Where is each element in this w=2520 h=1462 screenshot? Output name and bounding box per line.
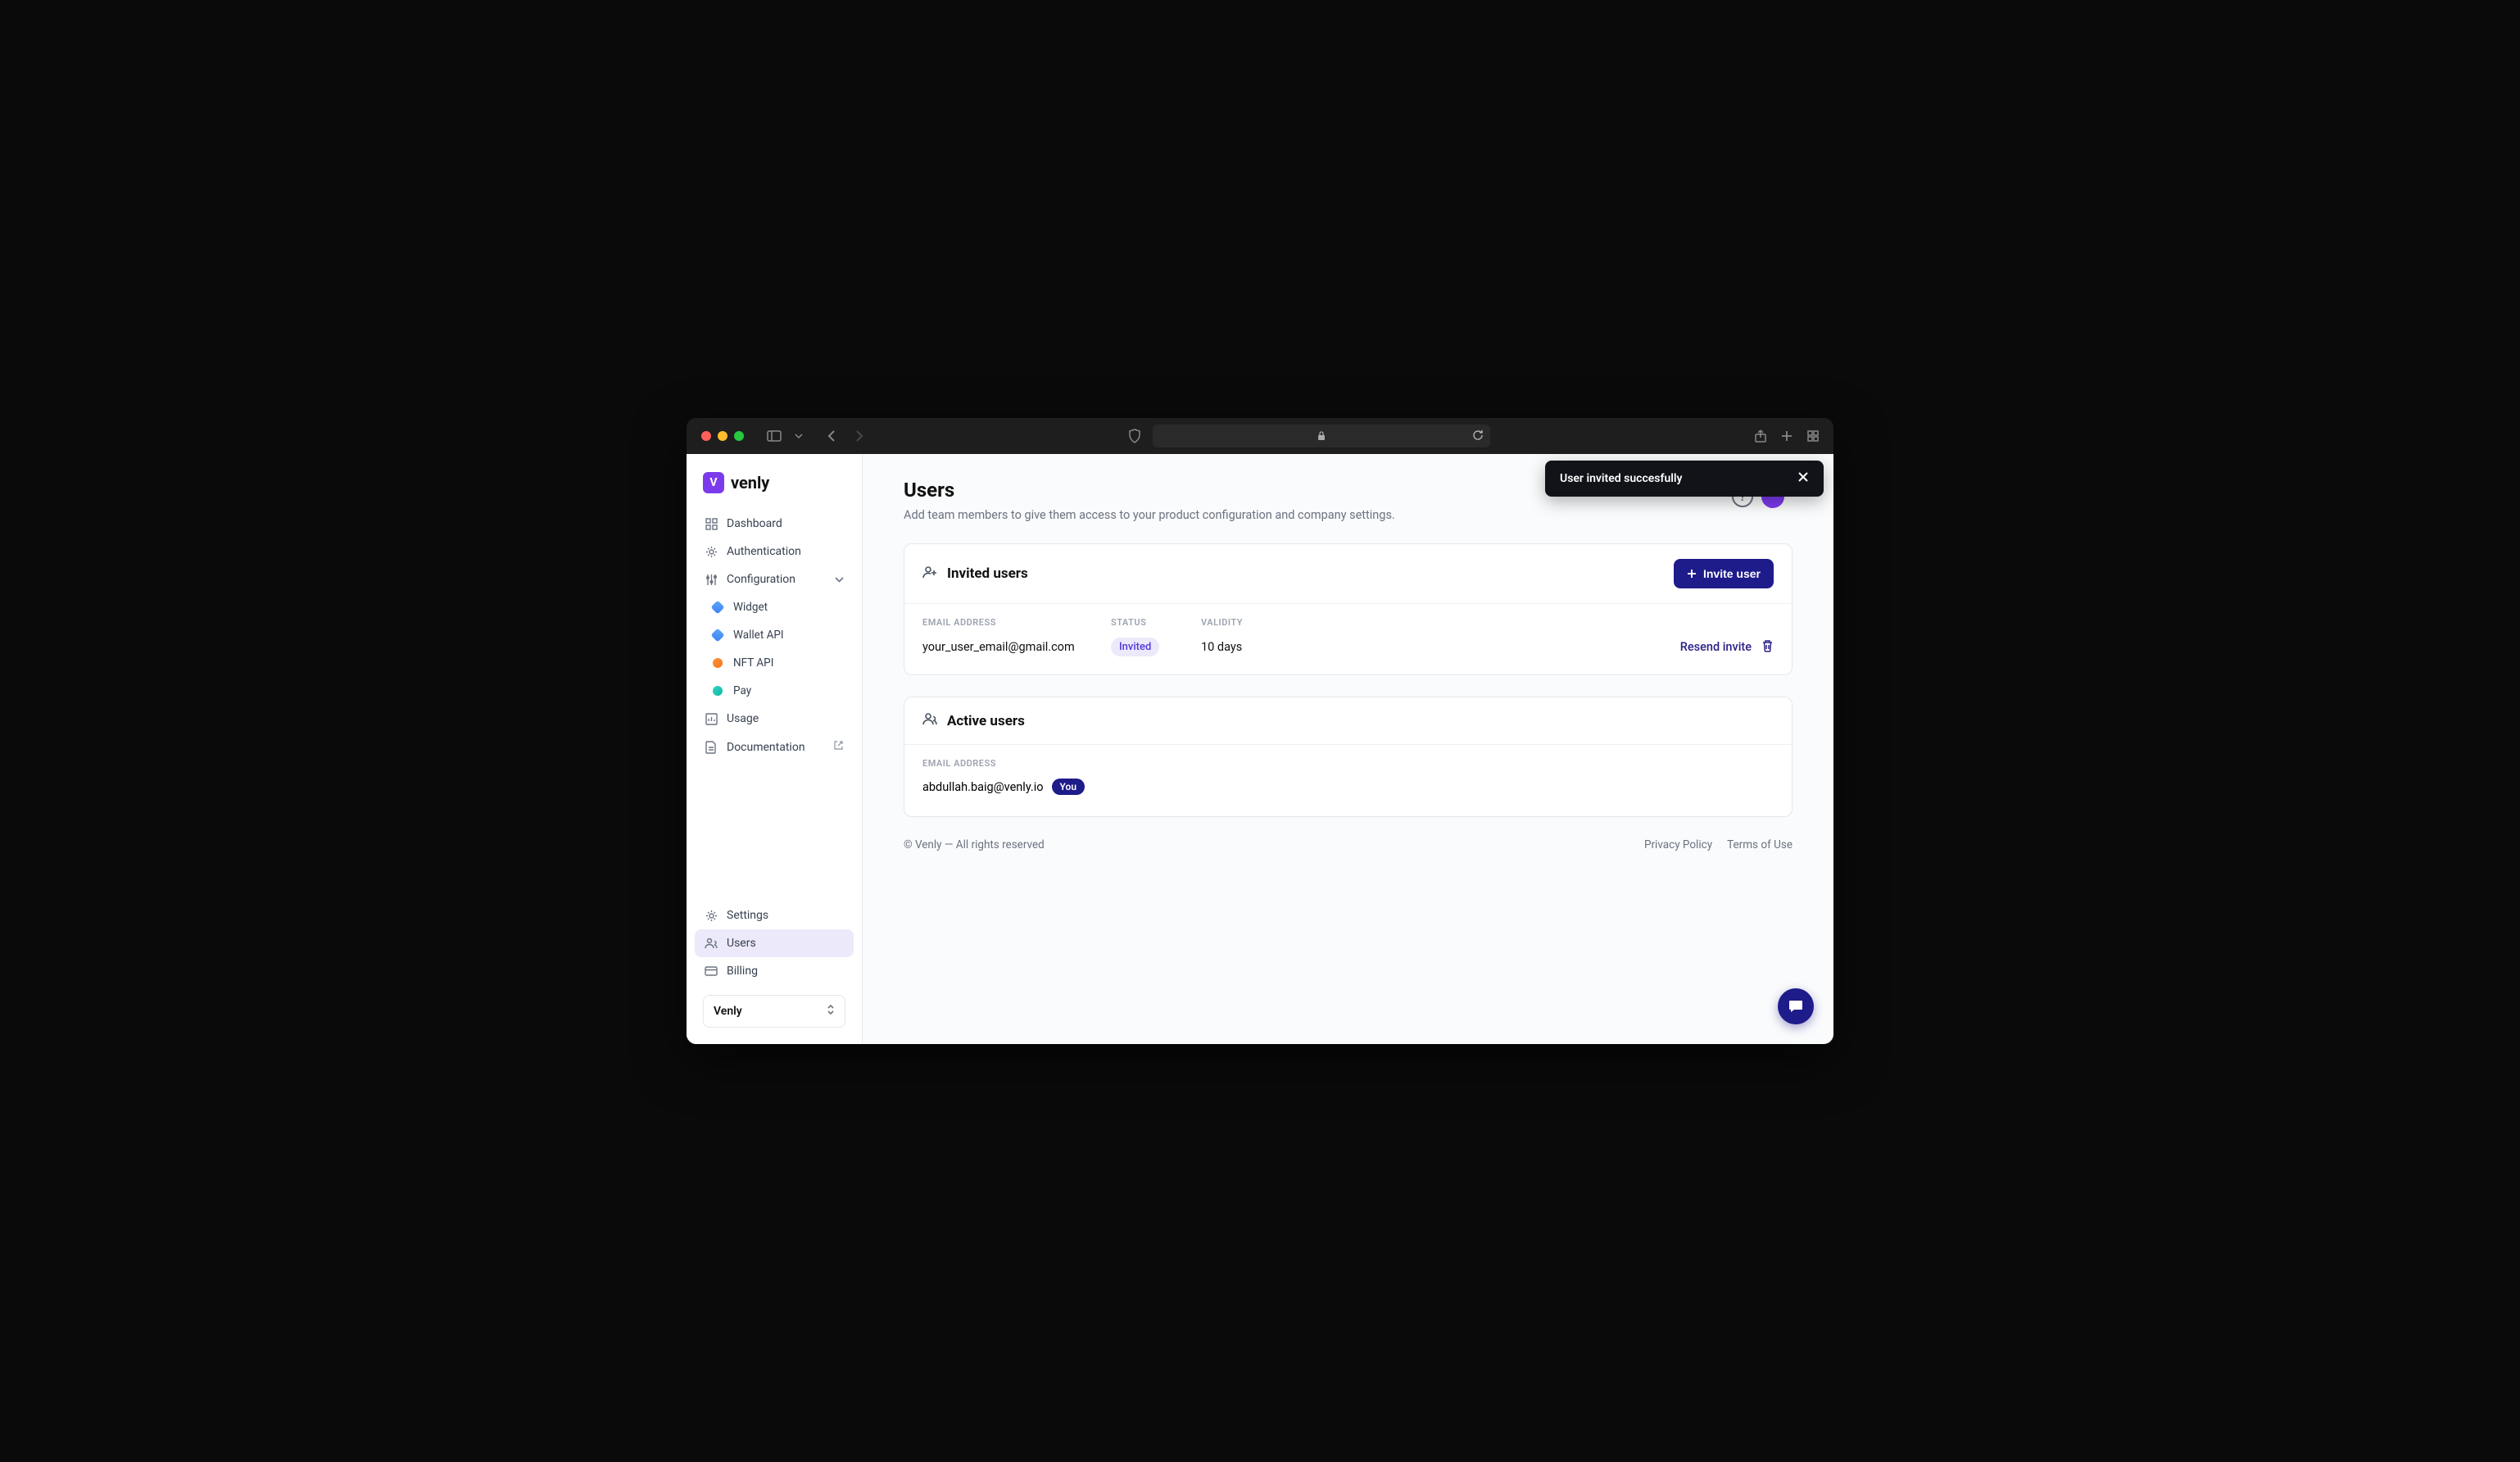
new-tab-icon[interactable] <box>1781 430 1793 442</box>
active-col-email: EMAIL ADDRESS <box>922 758 1774 769</box>
sidebar-item-label: Billing <box>727 965 758 978</box>
shield-icon[interactable] <box>1128 429 1141 443</box>
sidebar-item-authentication[interactable]: Authentication <box>695 538 854 565</box>
toast-close-button[interactable] <box>1797 471 1809 486</box>
logo[interactable]: V venly <box>687 465 862 510</box>
sidebar-item-billing[interactable]: Billing <box>695 957 854 985</box>
sidebar: V venly Dashboard Authentication <box>687 454 863 1044</box>
window-zoom-button[interactable] <box>734 431 744 441</box>
logo-text: venly <box>731 473 769 493</box>
button-label: Invite user <box>1703 567 1761 580</box>
tab-overview-icon[interactable] <box>1807 430 1819 442</box>
wallet-api-icon <box>711 630 724 640</box>
sidebar-item-label: Wallet API <box>733 629 784 642</box>
status-badge: Invited <box>1111 638 1159 656</box>
traffic-lights <box>701 431 744 441</box>
invited-column-headers: EMAIL ADDRESS STATUS VALIDITY <box>922 617 1774 628</box>
sidebar-item-label: Authentication <box>727 545 801 558</box>
sidebar-item-widget[interactable]: Widget <box>701 593 862 621</box>
active-row: abdullah.baig@venly.io You <box>922 779 1774 795</box>
browser-window: V venly Dashboard Authentication <box>687 418 1833 1044</box>
terms-link[interactable]: Terms of Use <box>1727 838 1793 851</box>
sidebar-item-label: Widget <box>733 601 768 614</box>
reload-icon[interactable] <box>1472 429 1484 444</box>
section-title: Active users <box>947 713 1025 729</box>
sidebar-toggle-icon[interactable] <box>767 430 782 442</box>
sidebar-item-label: Documentation <box>727 741 805 754</box>
toast-success: User invited succesfully <box>1545 461 1824 497</box>
nav-forward-button[interactable] <box>855 429 863 443</box>
active-email: abdullah.baig@venly.io <box>922 780 1044 794</box>
invite-user-button[interactable]: Invite user <box>1674 559 1774 588</box>
sidebar-item-label: Settings <box>727 909 768 922</box>
sidebar-item-label: Pay <box>733 684 751 697</box>
user-add-icon <box>922 565 937 583</box>
dropdown-chevron-icon[interactable] <box>795 434 803 438</box>
sidebar-item-wallet-api[interactable]: Wallet API <box>701 621 862 649</box>
users-icon <box>922 712 937 729</box>
share-icon[interactable] <box>1755 429 1766 443</box>
gear-icon <box>705 546 718 558</box>
pay-icon <box>711 686 724 696</box>
section-title: Invited users <box>947 565 1028 582</box>
widget-icon <box>711 602 724 612</box>
sidebar-item-label: Configuration <box>727 573 795 586</box>
org-name: Venly <box>714 1005 742 1018</box>
sidebar-item-label: Users <box>727 937 756 950</box>
sidebar-item-configuration[interactable]: Configuration <box>695 565 854 593</box>
logo-badge: V <box>703 472 724 493</box>
nav-secondary: Usage Documentation <box>687 705 862 761</box>
nav-back-button[interactable] <box>827 429 836 443</box>
sidebar-item-users[interactable]: Users <box>695 929 854 957</box>
dashboard-icon <box>705 518 718 530</box>
url-bar[interactable] <box>1153 425 1491 447</box>
copyright: © Venly — All rights reserved <box>904 838 1045 851</box>
active-users-card: Active users EMAIL ADDRESS abdullah.baig… <box>904 697 1793 817</box>
billing-icon <box>705 966 718 976</box>
sidebar-item-usage[interactable]: Usage <box>695 705 854 733</box>
chevrons-updown-icon <box>827 1004 835 1019</box>
document-icon <box>705 741 718 754</box>
nav-configuration-children: Widget Wallet API NFT API Pay <box>687 593 862 705</box>
window-close-button[interactable] <box>701 431 711 441</box>
invited-email: your_user_email@gmail.com <box>922 640 1111 654</box>
col-validity: VALIDITY <box>1201 617 1340 628</box>
main-content: User invited succesfully ? Users Add tea… <box>863 454 1833 1044</box>
privacy-policy-link[interactable]: Privacy Policy <box>1644 838 1712 851</box>
invited-row: your_user_email@gmail.com Invited 10 day… <box>922 638 1774 656</box>
nft-api-icon <box>711 658 724 668</box>
delete-invite-button[interactable] <box>1761 639 1774 656</box>
col-status: STATUS <box>1111 617 1201 628</box>
you-badge: You <box>1052 779 1085 795</box>
sliders-icon <box>705 574 718 586</box>
invited-validity: 10 days <box>1201 640 1340 654</box>
col-email: EMAIL ADDRESS <box>922 617 1111 628</box>
chart-icon <box>705 713 718 725</box>
chat-fab[interactable] <box>1778 988 1814 1024</box>
chevron-down-icon <box>835 573 844 586</box>
app-frame: V venly Dashboard Authentication <box>687 454 1833 1044</box>
sidebar-item-pay[interactable]: Pay <box>701 677 862 705</box>
invited-users-card: Invited users Invite user EMAIL ADDRESS … <box>904 543 1793 675</box>
sidebar-bottom: Settings Users Billing <box>687 901 862 1033</box>
users-icon <box>705 938 718 949</box>
page-footer: © Venly — All rights reserved Privacy Po… <box>904 838 1793 851</box>
resend-invite-link[interactable]: Resend invite <box>1680 640 1752 654</box>
page-subtitle: Add team members to give them access to … <box>904 508 1793 522</box>
sidebar-item-dashboard[interactable]: Dashboard <box>695 510 854 538</box>
sidebar-item-documentation[interactable]: Documentation <box>695 733 854 761</box>
sidebar-item-settings[interactable]: Settings <box>695 901 854 929</box>
nav-primary: Dashboard Authentication Configuration <box>687 510 862 593</box>
lock-icon <box>1317 429 1326 444</box>
sidebar-item-label: Usage <box>727 712 759 725</box>
org-switcher[interactable]: Venly <box>703 995 845 1028</box>
settings-icon <box>705 910 718 922</box>
sidebar-item-label: Dashboard <box>727 517 782 530</box>
toast-message: User invited succesfully <box>1560 472 1683 485</box>
window-minimize-button[interactable] <box>718 431 727 441</box>
external-link-icon <box>833 740 844 754</box>
browser-title-bar <box>687 418 1833 454</box>
sidebar-item-nft-api[interactable]: NFT API <box>701 649 862 677</box>
sidebar-item-label: NFT API <box>733 656 773 670</box>
